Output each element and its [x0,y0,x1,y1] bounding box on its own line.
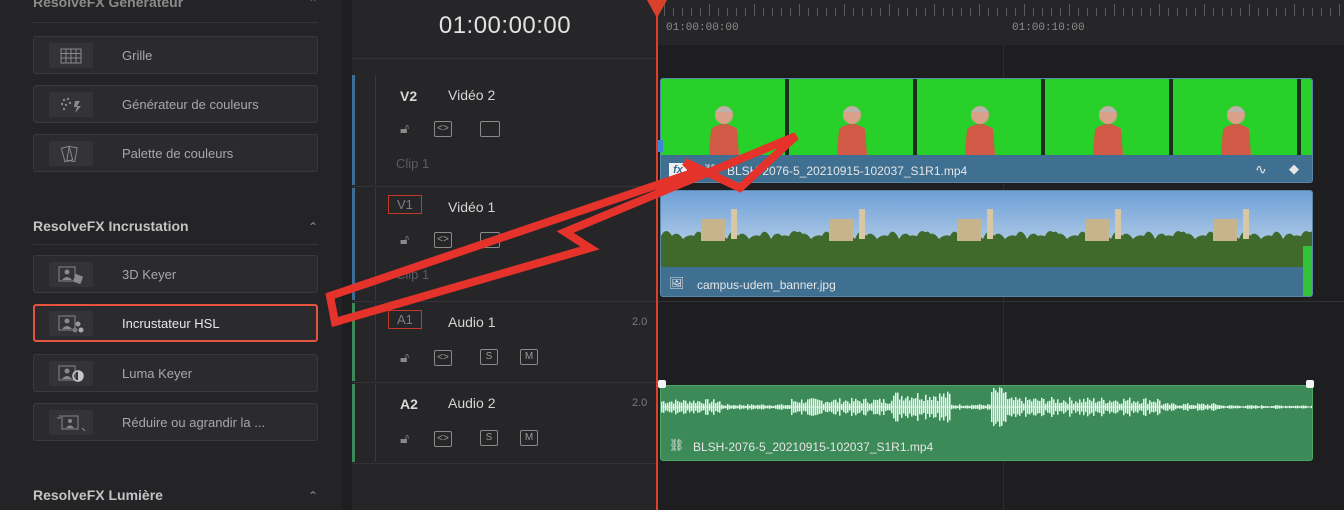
annotation-arrow [325,132,799,328]
